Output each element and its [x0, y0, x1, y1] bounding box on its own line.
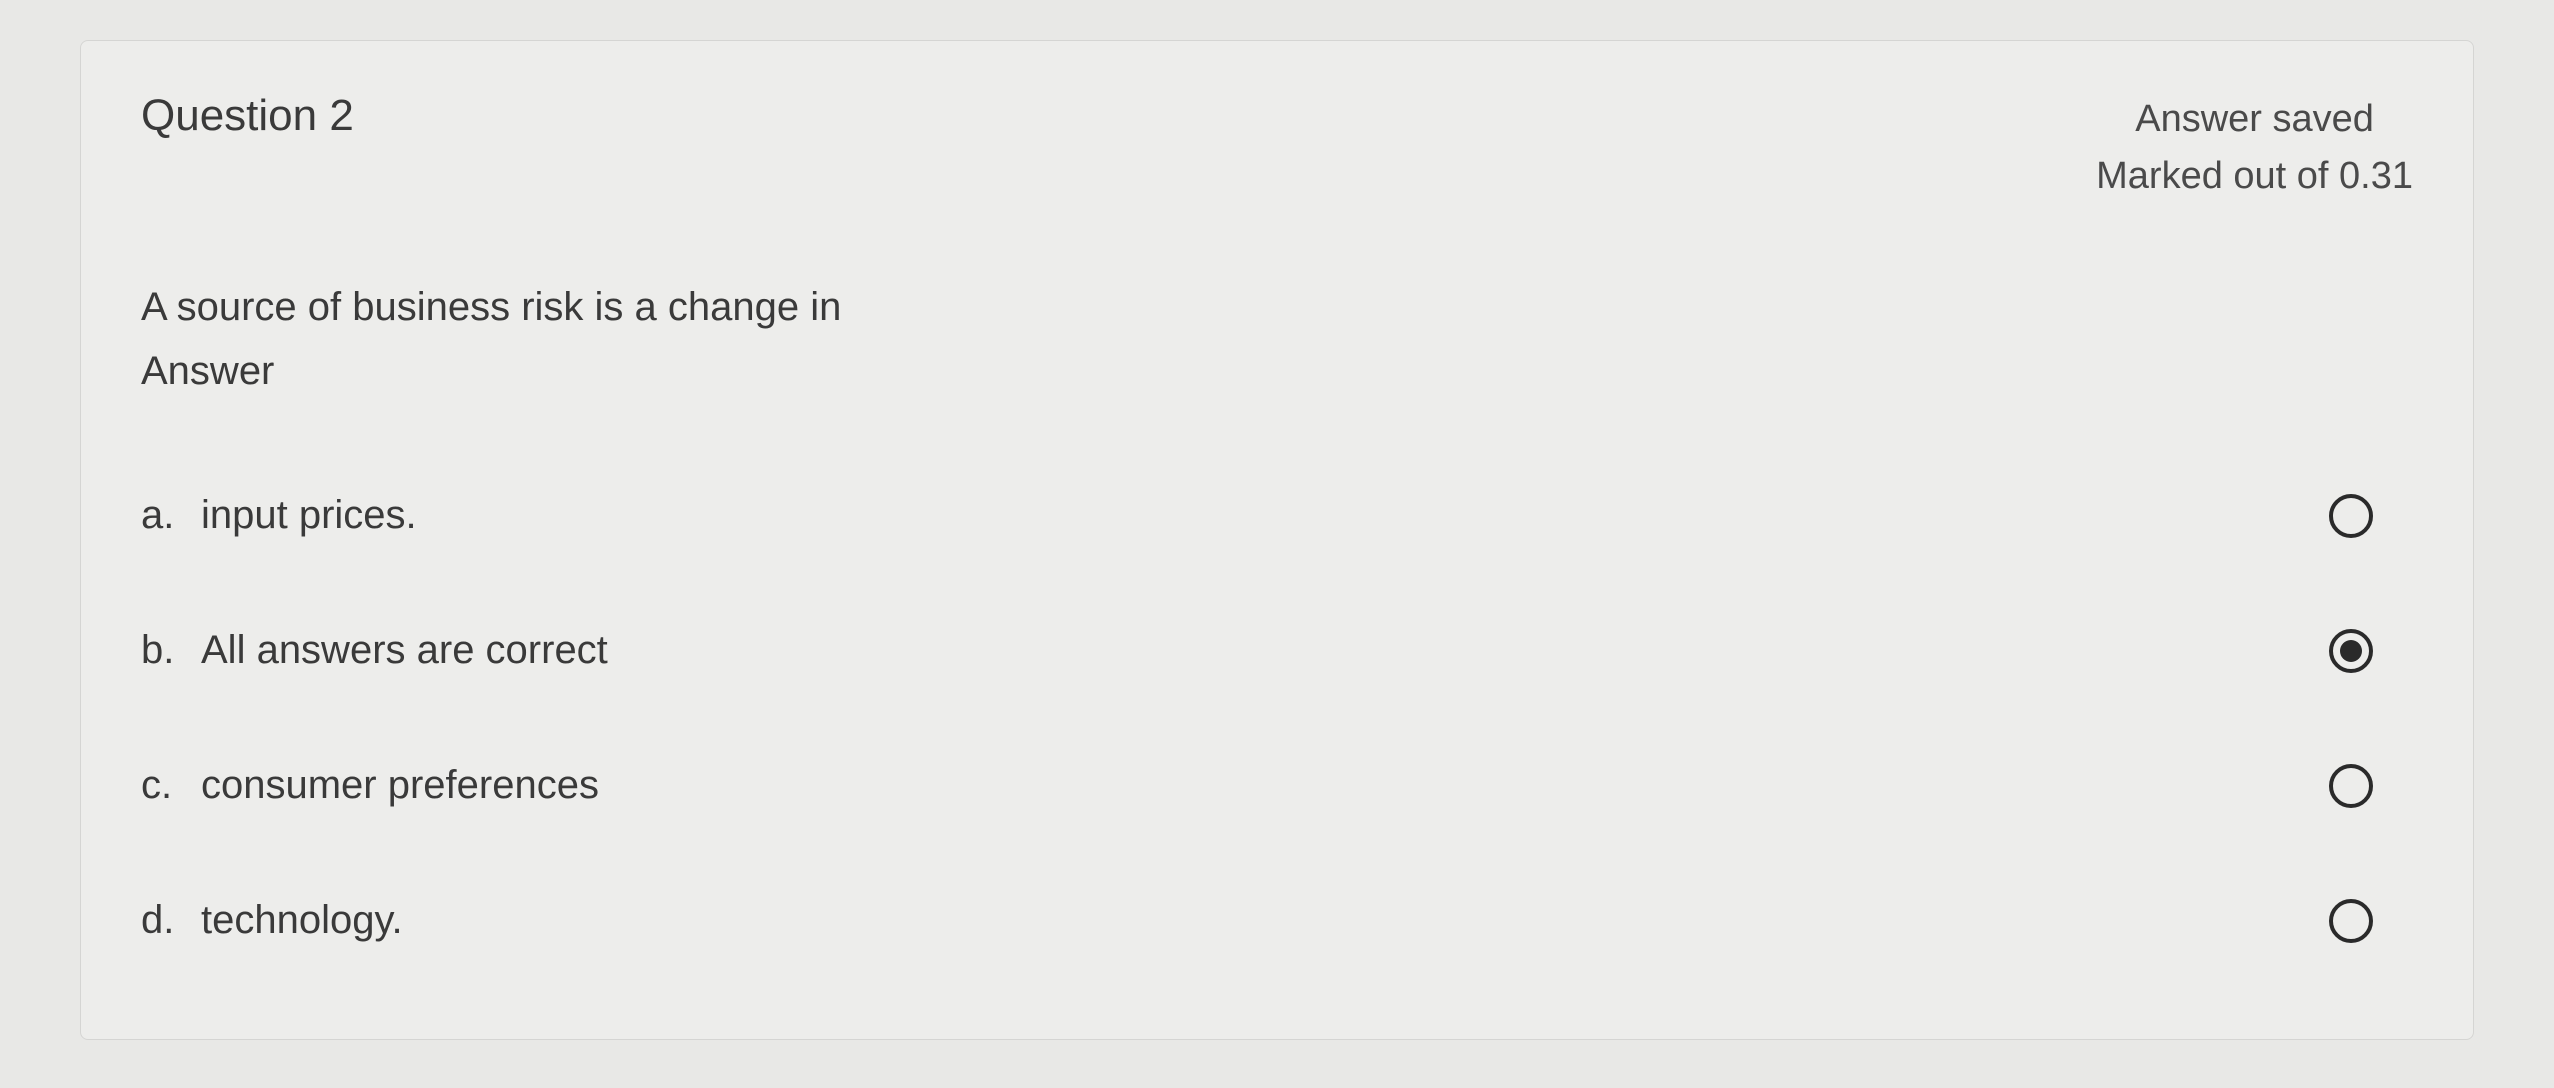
radio-a[interactable]: [2329, 494, 2373, 538]
option-text: All answers are correct: [201, 628, 608, 673]
options-list: a. input prices. b. All answers are corr…: [141, 493, 2413, 943]
option-letter: a.: [141, 493, 181, 538]
option-letter: b.: [141, 628, 181, 673]
option-text: technology.: [201, 898, 403, 943]
option-c[interactable]: c. consumer preferences: [141, 763, 2413, 808]
question-text-line1: A source of business risk is a change in: [141, 275, 2413, 339]
radio-b[interactable]: [2329, 629, 2373, 673]
option-b[interactable]: b. All answers are correct: [141, 628, 2413, 673]
question-text: A source of business risk is a change in…: [141, 275, 2413, 403]
option-text: consumer preferences: [201, 763, 599, 808]
option-letter: d.: [141, 898, 181, 943]
question-text-line2: Answer: [141, 339, 2413, 403]
question-title: Question 2: [141, 91, 354, 141]
option-c-label-wrap: c. consumer preferences: [141, 763, 599, 808]
option-a[interactable]: a. input prices.: [141, 493, 2413, 538]
question-status: Answer saved Marked out of 0.31: [2096, 91, 2413, 205]
radio-c[interactable]: [2329, 764, 2373, 808]
status-marked: Marked out of 0.31: [2096, 148, 2413, 205]
option-b-label-wrap: b. All answers are correct: [141, 628, 608, 673]
radio-d[interactable]: [2329, 899, 2373, 943]
option-letter: c.: [141, 763, 181, 808]
question-header: Question 2 Answer saved Marked out of 0.…: [141, 91, 2413, 205]
option-a-label-wrap: a. input prices.: [141, 493, 417, 538]
question-card: Question 2 Answer saved Marked out of 0.…: [80, 40, 2474, 1040]
option-d-label-wrap: d. technology.: [141, 898, 403, 943]
status-saved: Answer saved: [2096, 91, 2413, 148]
radio-dot-icon: [2340, 640, 2362, 662]
option-d[interactable]: d. technology.: [141, 898, 2413, 943]
option-text: input prices.: [201, 493, 417, 538]
